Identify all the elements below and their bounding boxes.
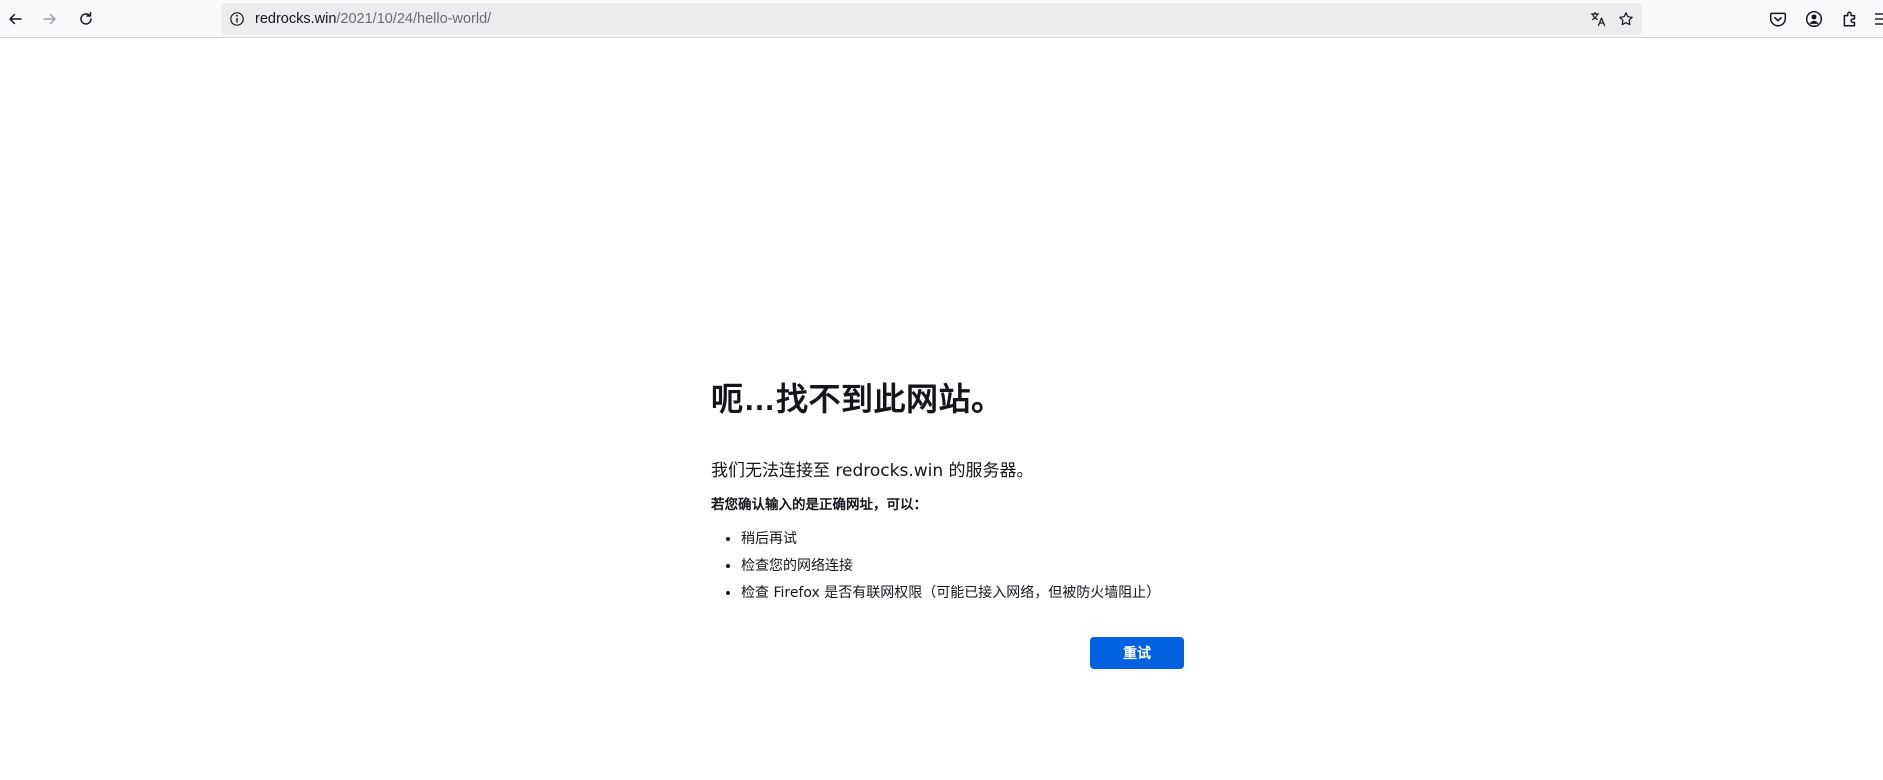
pocket-icon[interactable] [1769,10,1787,28]
info-icon[interactable] [229,11,245,27]
retry-button[interactable]: 重试 [1090,637,1184,669]
url-path: /2021/10/24/hello-world/ [336,11,492,27]
reload-icon [80,11,92,25]
bookmark-star-icon[interactable] [1618,11,1634,27]
error-title: 呃…找不到此网站。 [711,381,1004,417]
account-icon[interactable] [1805,10,1823,28]
suggestions-title: 若您确认输入的是正确网址，可以： [711,497,927,513]
list-item: 检查 Firefox 是否有联网权限（可能已接入网络，但被防火墙阻止） [741,580,1231,607]
reload-button[interactable] [72,5,100,33]
suggestions-list: 稍后再试 检查您的网络连接 检查 Firefox 是否有联网权限（可能已接入网络… [711,526,1231,607]
list-item: 检查您的网络连接 [741,553,1231,580]
translate-icon[interactable] [1590,11,1606,27]
address-bar[interactable]: redrocks.win/2021/10/24/hello-world/ [221,3,1642,35]
menu-icon[interactable] [1873,10,1883,28]
error-description: 我们无法连接至 redrocks.win 的服务器。 [711,461,1034,481]
extensions-icon[interactable] [1841,10,1859,28]
forward-arrow-icon [43,13,56,25]
back-button[interactable] [1,5,29,33]
url-host: redrocks.win [255,11,337,27]
error-content: 呃…找不到此网站。 我们无法连接至 redrocks.win 的服务器。 若您确… [711,370,1231,669]
url-text[interactable]: redrocks.win/2021/10/24/hello-world/ [255,3,491,35]
back-arrow-icon [9,13,22,25]
browser-toolbar: redrocks.win/2021/10/24/hello-world/ [0,0,1883,38]
forward-button[interactable] [36,5,64,33]
list-item: 稍后再试 [741,526,1231,553]
